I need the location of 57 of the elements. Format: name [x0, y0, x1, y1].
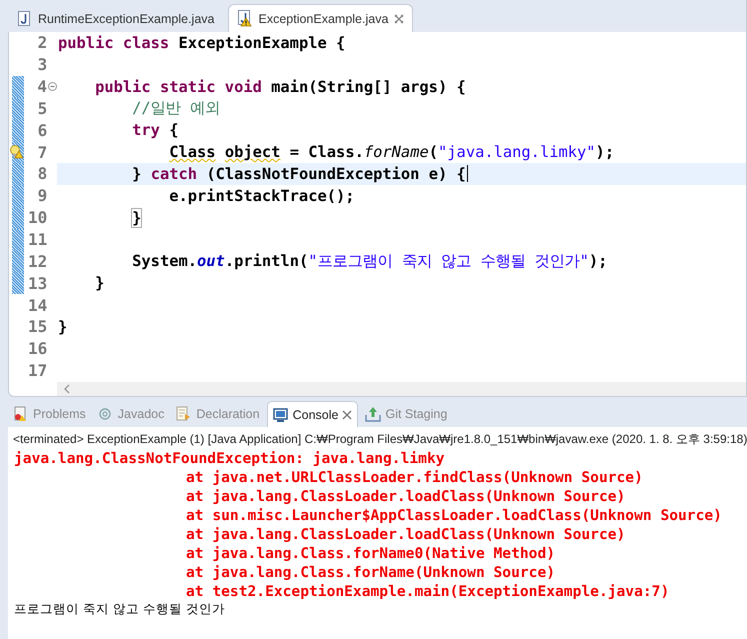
java-file-warning-icon	[237, 10, 252, 27]
line-number: 15	[26, 317, 48, 336]
editor-tab[interactable]: RuntimeExceptionExample.java	[9, 6, 222, 32]
view-tab[interactable]: Git Staging	[360, 401, 452, 427]
output-line: 프로그램이 죽지 않고 수행될 것인가	[14, 601, 226, 618]
line-number: 11	[26, 230, 48, 250]
view-tab[interactable]: Javadoc	[92, 401, 170, 427]
line-number: 5	[36, 98, 48, 118]
view-tab[interactable]: Console	[266, 401, 358, 427]
error-line: at sun.misc.Launcher$AppClassLoader.loadClass(Unknown Source)	[185, 506, 723, 525]
view-tab[interactable]: Problems	[8, 401, 91, 427]
error-line: at java.lang.Class.forName0(Native Method)	[185, 544, 556, 563]
code-line: public class ExceptionExample {	[58, 34, 346, 52]
view-tab[interactable]: Declaration	[171, 401, 265, 427]
code-line: //일반 예외	[131, 98, 220, 119]
line-number: 17	[26, 361, 48, 380]
code-line: public static void main(String[] args) {	[94, 78, 466, 96]
error-line: at java.lang.Class.forName(Unknown Source)	[185, 563, 556, 582]
scroll-left-icon[interactable]	[63, 384, 71, 394]
code-line: Class object = Class.forName("java.lang.limky");	[168, 143, 614, 162]
editor-tab[interactable]: ExceptionExample.java	[228, 4, 414, 32]
line-number: 9	[36, 186, 48, 206]
line-number: 14	[26, 296, 48, 315]
horizontal-scrollbar[interactable]	[57, 382, 746, 396]
line-number: 3	[36, 55, 48, 74]
line-number: 10	[26, 208, 48, 228]
fold-collapse-icon[interactable]	[48, 82, 57, 92]
error-line: at java.net.URLClassLoader.findClass(Unknown Source)	[185, 468, 644, 487]
code-line: e.printStackTrace();	[168, 186, 355, 205]
line-number: 4	[36, 77, 47, 96]
code-line: try {	[131, 121, 179, 140]
error-line: at java.lang.ClassLoader.loadClass(Unknown Source)	[185, 487, 626, 506]
warning-document-icon	[13, 406, 29, 422]
upload-tray-icon	[365, 406, 382, 422]
line-number: 12	[26, 252, 48, 271]
line-number: 16	[26, 339, 48, 358]
code-line: }	[131, 208, 142, 227]
close-icon[interactable]	[342, 410, 352, 420]
code-line: System.out.println("프로그램이 죽지 않고 수행될 것인가");	[131, 250, 608, 272]
line-number: 8	[36, 164, 48, 184]
java-file-icon	[17, 10, 32, 28]
line-number: 6	[36, 120, 48, 140]
warning-bulb-icon[interactable]	[9, 144, 23, 160]
monitor-icon	[272, 406, 289, 422]
error-line: java.lang.ClassNotFoundException: java.lang.limky	[14, 449, 446, 468]
error-line: at test2.ExceptionExample.main(ExceptionExample.java:7)	[185, 582, 670, 601]
code-line: }	[58, 318, 68, 336]
text-cursor	[466, 165, 468, 182]
close-icon[interactable]	[394, 14, 404, 24]
error-line: at java.lang.ClassLoader.loadClass(Unknown Source)	[185, 525, 626, 544]
code-line: }	[94, 274, 104, 292]
code-line: } catch (ClassNotFoundException e) {	[131, 164, 466, 183]
line-number: 7	[36, 142, 48, 162]
line-number: 2	[36, 33, 48, 52]
document-arrow-icon	[176, 406, 192, 422]
console-status: <terminated> ExceptionExample (1) [Java Application] C:₩Program Files₩Java₩jre1.8.0_151₩bin₩javaw.exe (2020. 1. 8. 오후 3:59:18)	[12, 431, 747, 447]
line-number: 13	[26, 274, 48, 293]
